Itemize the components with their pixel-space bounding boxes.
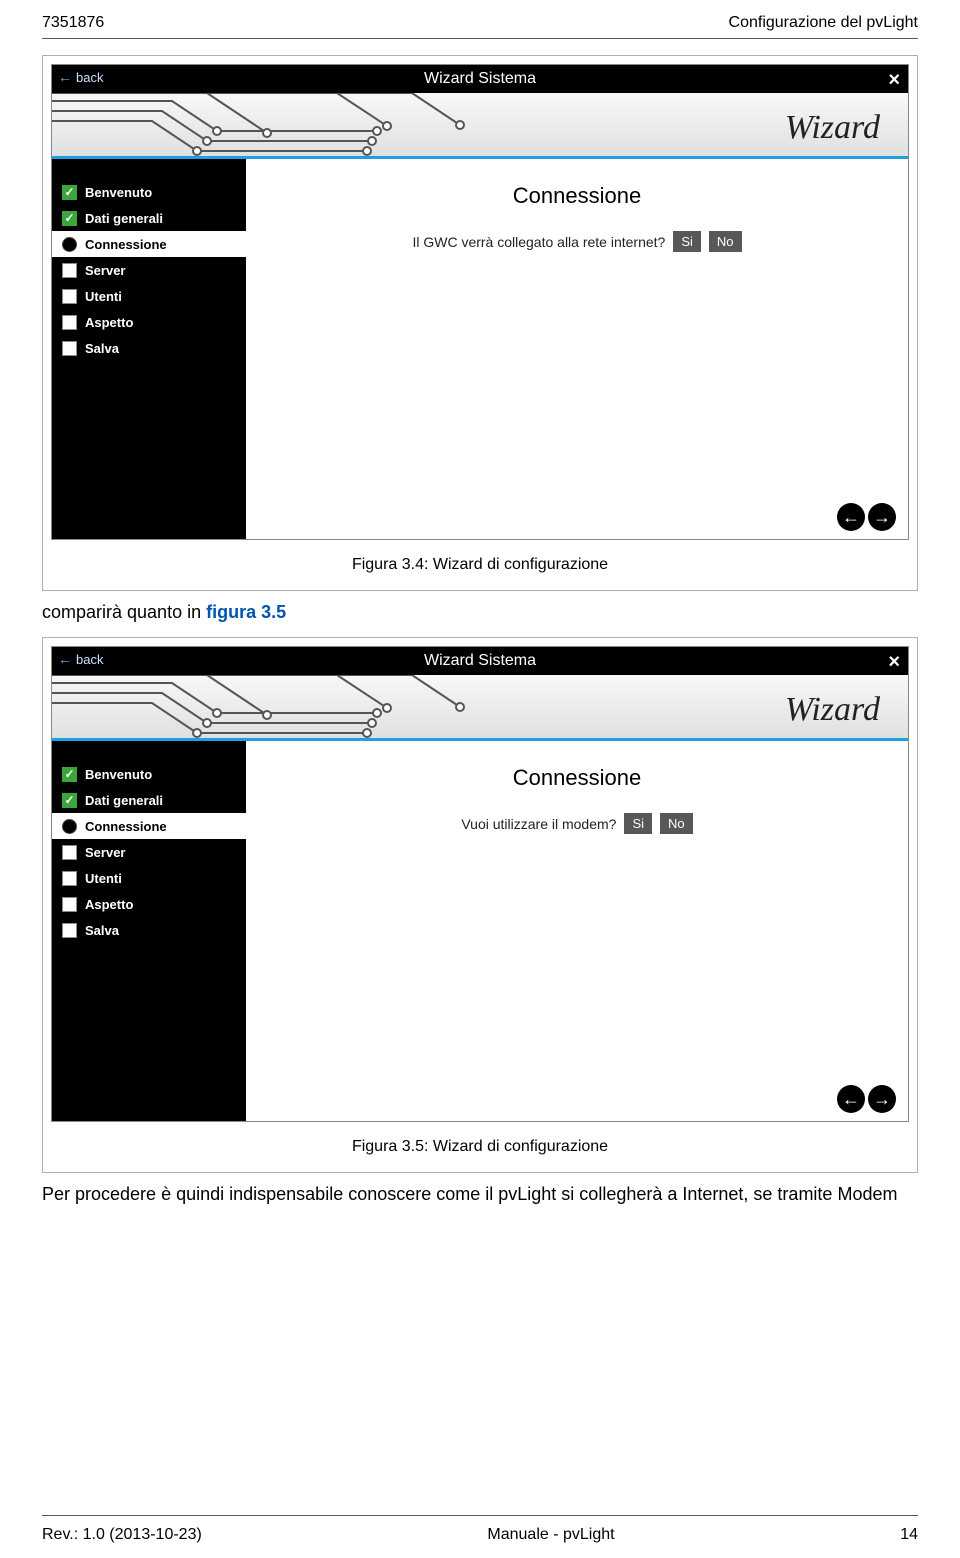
figure-box-1: ← back Wizard Sistema × [42, 55, 918, 591]
empty-step-icon [62, 897, 77, 912]
step-label: Utenti [85, 289, 122, 304]
page-header: 7351876 Configurazione del pvLight [0, 0, 960, 38]
question-text: Il GWC verrà collegato alla rete interne… [412, 234, 665, 250]
check-icon: ✓ [62, 185, 77, 200]
figure-caption-2: Figura 3.5: Wizard di configurazione [51, 1138, 909, 1156]
close-button[interactable]: × [888, 651, 900, 674]
back-arrow-icon: ← [58, 651, 72, 667]
next-button[interactable]: → [868, 503, 896, 531]
figure-caption-1: Figura 3.4: Wizard di configurazione [51, 556, 909, 574]
question-row: Vuoi utilizzare il modem? Si No [246, 813, 908, 834]
no-button[interactable]: No [709, 231, 742, 252]
check-icon: ✓ [62, 767, 77, 782]
step-server[interactable]: Server [52, 839, 246, 865]
wizard-titlebar: ← back Wizard Sistema × [52, 65, 908, 93]
back-button[interactable]: ← back [58, 69, 103, 85]
wizard-body: ✓ Benvenuto ✓ Dati generali Connessione Se… [52, 159, 908, 539]
back-button[interactable]: ← back [58, 651, 103, 667]
step-label: Dati generali [85, 793, 163, 808]
question-row: Il GWC verrà collegato alla rete interne… [246, 231, 908, 252]
window-title: Wizard Sistema [424, 70, 536, 88]
content-heading: Connessione [246, 183, 908, 209]
step-server[interactable]: Server [52, 257, 246, 283]
footer-revision: Rev.: 1.0 (2013-10-23) [42, 1526, 202, 1544]
current-step-icon [62, 237, 77, 252]
empty-step-icon [62, 315, 77, 330]
empty-step-icon [62, 263, 77, 278]
step-salva[interactable]: Salva [52, 335, 246, 361]
footer-divider [42, 1515, 918, 1516]
figure-link[interactable]: figura 3.5 [206, 602, 286, 622]
step-label: Salva [85, 341, 119, 356]
mid-text: comparirà quanto in figura 3.5 [42, 599, 918, 625]
banner-title: Wizard [785, 109, 880, 147]
step-label: Benvenuto [85, 185, 152, 200]
wizard-sidebar: ✓ Benvenuto ✓ Dati generali Connessione Se… [52, 741, 246, 1121]
step-label: Dati generali [85, 211, 163, 226]
step-connessione[interactable]: Connessione [52, 813, 246, 839]
check-icon: ✓ [62, 211, 77, 226]
prev-button[interactable]: ← [837, 1085, 865, 1113]
no-button[interactable]: No [660, 813, 693, 834]
step-salva[interactable]: Salva [52, 917, 246, 943]
footer-title: Manuale - pvLight [487, 1526, 614, 1544]
back-label: back [76, 652, 103, 667]
mid-prefix: comparirà quanto in [42, 602, 206, 622]
empty-step-icon [62, 341, 77, 356]
yes-button[interactable]: Si [673, 231, 701, 252]
back-arrow-icon: ← [58, 69, 72, 85]
step-connessione[interactable]: Connessione [52, 231, 246, 257]
step-aspetto[interactable]: Aspetto [52, 891, 246, 917]
bottom-paragraph: Per procedere è quindi indispensabile co… [42, 1181, 918, 1207]
wizard-content: Connessione Vuoi utilizzare il modem? Si… [246, 741, 908, 1121]
empty-step-icon [62, 871, 77, 886]
step-label: Salva [85, 923, 119, 938]
wizard-banner: Wizard [52, 93, 908, 159]
empty-step-icon [62, 289, 77, 304]
empty-step-icon [62, 845, 77, 860]
wizard-titlebar: ← back Wizard Sistema × [52, 647, 908, 675]
section-title: Configurazione del pvLight [729, 14, 918, 32]
step-aspetto[interactable]: Aspetto [52, 309, 246, 335]
step-label: Server [85, 845, 125, 860]
step-label: Aspetto [85, 315, 133, 330]
next-button[interactable]: → [868, 1085, 896, 1113]
step-label: Benvenuto [85, 767, 152, 782]
empty-step-icon [62, 923, 77, 938]
step-label: Utenti [85, 871, 122, 886]
step-utenti[interactable]: Utenti [52, 283, 246, 309]
window-title: Wizard Sistema [424, 652, 536, 670]
step-label: Aspetto [85, 897, 133, 912]
yes-button[interactable]: Si [624, 813, 652, 834]
page-footer: Rev.: 1.0 (2013-10-23) Manuale - pvLight… [42, 1526, 918, 1544]
wizard-body: ✓ Benvenuto ✓ Dati generali Connessione Se… [52, 741, 908, 1121]
wizard-sidebar: ✓ Benvenuto ✓ Dati generali Connessione Se… [52, 159, 246, 539]
doc-number: 7351876 [42, 14, 104, 32]
step-label: Connessione [85, 237, 167, 252]
step-benvenuto[interactable]: ✓ Benvenuto [52, 179, 246, 205]
nav-buttons: ← → [837, 503, 896, 531]
back-label: back [76, 70, 103, 85]
header-divider [42, 38, 918, 39]
footer-page-number: 14 [900, 1526, 918, 1544]
content-heading: Connessione [246, 765, 908, 791]
wizard-window: ← back Wizard Sistema × [51, 646, 909, 1122]
prev-button[interactable]: ← [837, 503, 865, 531]
check-icon: ✓ [62, 793, 77, 808]
step-dati-generali[interactable]: ✓ Dati generali [52, 787, 246, 813]
step-label: Connessione [85, 819, 167, 834]
close-button[interactable]: × [888, 69, 900, 92]
banner-title: Wizard [785, 691, 880, 729]
question-text: Vuoi utilizzare il modem? [461, 816, 616, 832]
step-utenti[interactable]: Utenti [52, 865, 246, 891]
step-dati-generali[interactable]: ✓ Dati generali [52, 205, 246, 231]
current-step-icon [62, 819, 77, 834]
figure-box-2: ← back Wizard Sistema × [42, 637, 918, 1173]
wizard-content: Connessione Il GWC verrà collegato alla … [246, 159, 908, 539]
step-label: Server [85, 263, 125, 278]
wizard-window: ← back Wizard Sistema × [51, 64, 909, 540]
step-benvenuto[interactable]: ✓ Benvenuto [52, 761, 246, 787]
wizard-banner: Wizard [52, 675, 908, 741]
nav-buttons: ← → [837, 1085, 896, 1113]
